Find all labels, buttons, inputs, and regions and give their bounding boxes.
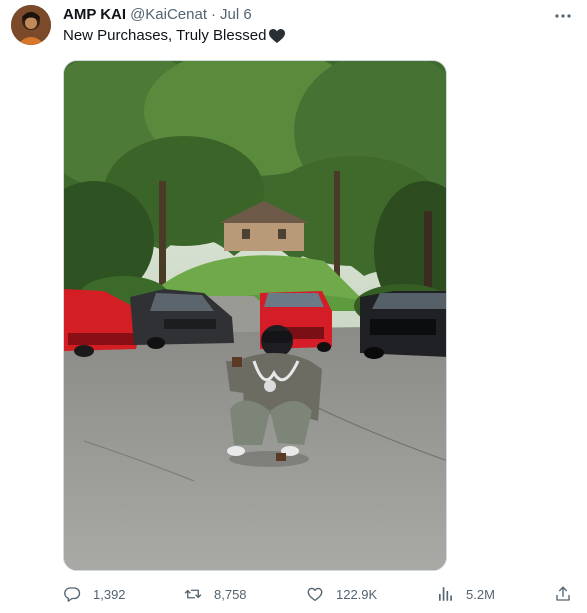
share-icon <box>556 586 570 601</box>
tweet-text-content: New Purchases, Truly Blessed <box>63 27 267 44</box>
heart-icon <box>307 587 323 602</box>
reply-icon <box>64 587 81 602</box>
share-button[interactable] <box>554 583 572 605</box>
views-icon <box>439 587 452 601</box>
tweet-card[interactable]: AMP KAI @KaiCenat · Jul 6 New Purchases,… <box>0 0 587 613</box>
author-display-name[interactable]: AMP KAI <box>63 6 126 23</box>
reply-button[interactable]: 1,392 <box>63 583 126 605</box>
tweet-actions: 1,392 8,758 122.9K 5.2M <box>0 583 587 605</box>
tweet-text: New Purchases, Truly Blessed <box>63 27 286 44</box>
more-button[interactable] <box>553 6 573 26</box>
more-horizontal-icon <box>555 14 571 18</box>
views-button[interactable]: 5.2M <box>436 583 495 605</box>
retweet-count: 8,758 <box>214 586 247 602</box>
tweet-header: AMP KAI @KaiCenat · Jul 6 <box>63 6 252 26</box>
views-count: 5.2M <box>466 586 495 602</box>
retweet-icon <box>184 589 202 599</box>
avatar-image <box>11 5 51 45</box>
avatar[interactable] <box>11 5 51 45</box>
retweet-button[interactable]: 8,758 <box>184 583 247 605</box>
like-button[interactable]: 122.9K <box>306 583 377 605</box>
separator-dot: · <box>211 6 216 23</box>
tweet-photo[interactable] <box>63 60 447 571</box>
reply-count: 1,392 <box>93 586 126 602</box>
tweet-date[interactable]: Jul 6 <box>220 6 252 23</box>
photo-scene <box>64 61 446 570</box>
author-handle[interactable]: @KaiCenat <box>130 6 207 23</box>
like-count: 122.9K <box>336 586 378 602</box>
black-heart-icon <box>269 28 286 43</box>
